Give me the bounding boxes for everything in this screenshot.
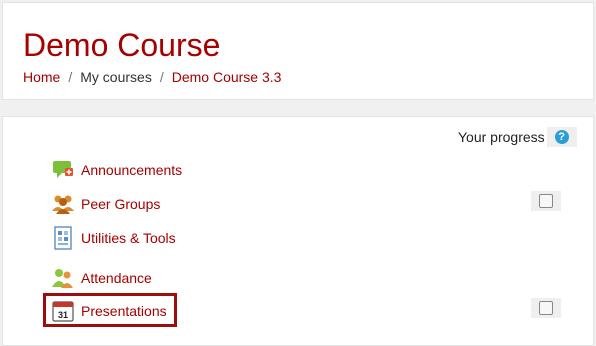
progress-label: Your progress	[458, 129, 545, 145]
activity-link[interactable]: Utilities & Tools	[81, 230, 176, 246]
breadcrumb-my-courses: My courses	[80, 69, 152, 85]
progress-help-button[interactable]: ?	[546, 127, 577, 147]
checkbox-box	[539, 301, 553, 315]
breadcrumb-course-link[interactable]: Demo Course 3.3	[172, 69, 282, 85]
activity-link[interactable]: Attendance	[81, 270, 152, 286]
activity-peer-groups: Peer Groups	[51, 191, 160, 217]
page-title: Demo Course	[23, 27, 221, 63]
breadcrumb-home-link[interactable]: Home	[23, 69, 60, 85]
help-icon: ?	[554, 130, 569, 144]
checkbox-box	[539, 194, 553, 208]
page-icon	[51, 226, 75, 250]
group-icon	[51, 192, 75, 216]
breadcrumb: Home / My courses / Demo Course 3.3	[23, 69, 281, 85]
completion-checkbox[interactable]	[531, 298, 561, 318]
activity-utilities-tools: Utilities & Tools	[51, 225, 176, 251]
activity-announcements: Announcements	[51, 157, 182, 183]
breadcrumb-separator: /	[68, 69, 73, 85]
attendance-icon	[51, 266, 75, 290]
activity-attendance: Attendance	[51, 265, 152, 291]
breadcrumb-separator: /	[159, 69, 164, 85]
highlight-box	[43, 293, 177, 327]
course-content: Your progress ? Announcements Peer Group…	[2, 116, 594, 346]
progress-header: Your progress ?	[458, 127, 577, 147]
forum-icon	[51, 158, 75, 182]
activity-link[interactable]: Peer Groups	[81, 196, 160, 212]
activity-link[interactable]: Announcements	[81, 162, 182, 178]
completion-checkbox[interactable]	[531, 191, 561, 211]
page-header: Demo Course Home / My courses / Demo Cou…	[2, 2, 594, 100]
